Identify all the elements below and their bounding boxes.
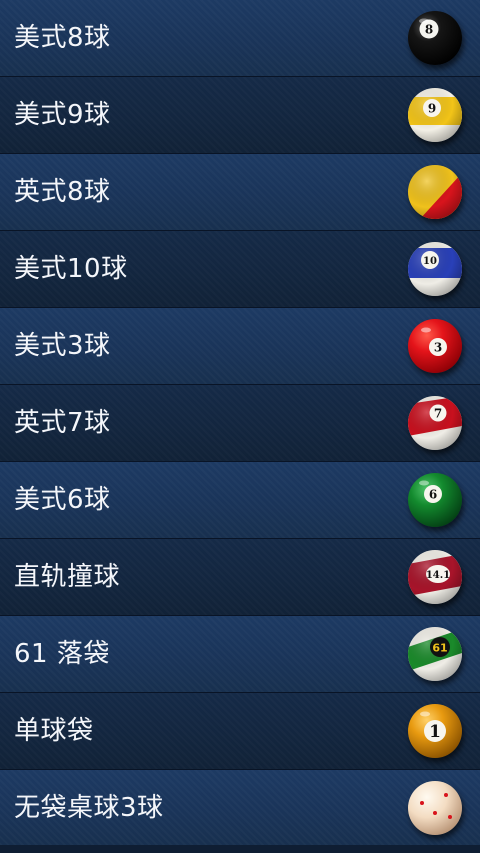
- list-item-american-9-ball[interactable]: 美式9球 9: [0, 77, 480, 154]
- list-item-label: 美式6球: [14, 485, 111, 515]
- svg-text:14.1: 14.1: [426, 570, 450, 581]
- list-item-american-10-ball[interactable]: 美式10球 10: [0, 231, 480, 308]
- eight-ball-icon: 8: [408, 11, 462, 65]
- list-item-label: 美式9球: [14, 100, 111, 130]
- sixty-one-ball-icon: 61: [408, 627, 462, 681]
- list-item-label: 美式8球: [14, 23, 111, 53]
- list-item-label: 美式10球: [14, 254, 128, 284]
- list-item-61-pocket[interactable]: 61 落袋 61: [0, 616, 480, 693]
- list-item-label: 英式8球: [14, 177, 111, 207]
- list-item-label: 61 落袋: [14, 639, 110, 669]
- svg-text:1: 1: [429, 722, 441, 742]
- list-item-english-8-ball[interactable]: 英式8球: [0, 154, 480, 231]
- list-item-label: 单球袋: [14, 716, 94, 746]
- svg-text:9: 9: [428, 102, 436, 116]
- svg-text:7: 7: [434, 407, 442, 421]
- three-ball-icon: 3: [408, 319, 462, 373]
- list-item-straight-pool[interactable]: 直轨撞球 14.1: [0, 539, 480, 616]
- list-item-label: 英式7球: [14, 408, 111, 438]
- ten-ball-icon: 10: [408, 242, 462, 296]
- list-item-label: 直轨撞球: [14, 562, 121, 592]
- list-item-american-3-ball[interactable]: 美式3球 3: [0, 308, 480, 385]
- list-item-american-6-ball[interactable]: 美式6球 6: [0, 462, 480, 539]
- list-item-american-8-ball[interactable]: 美式8球 8: [0, 0, 480, 77]
- one-pocket-ball-icon: 1: [408, 704, 462, 758]
- svg-text:6: 6: [429, 488, 437, 502]
- svg-text:61: 61: [432, 642, 447, 655]
- list-item-carom-3-ball[interactable]: 无袋桌球3球: [0, 770, 480, 845]
- svg-text:3: 3: [434, 341, 442, 355]
- seven-ball-icon: 7: [408, 396, 462, 450]
- game-mode-list: 美式8球 8 美式9球 9 英式8球 美式10球 10 美式3球 3 英式7球 …: [0, 0, 480, 853]
- list-item-one-pocket[interactable]: 单球袋 1: [0, 693, 480, 770]
- svg-text:8: 8: [425, 23, 433, 37]
- straight-pool-ball-icon: 14.1: [408, 550, 462, 604]
- carom-cue-ball-icon: [408, 780, 462, 835]
- list-item-label: 美式3球: [14, 331, 111, 361]
- english-eight-ball-icon: [408, 165, 462, 219]
- svg-text:10: 10: [423, 256, 437, 267]
- six-ball-icon: 6: [408, 473, 462, 527]
- list-item-english-7-ball[interactable]: 英式7球 7: [0, 385, 480, 462]
- list-item-label: 无袋桌球3球: [14, 792, 164, 823]
- nine-ball-icon: 9: [408, 88, 462, 142]
